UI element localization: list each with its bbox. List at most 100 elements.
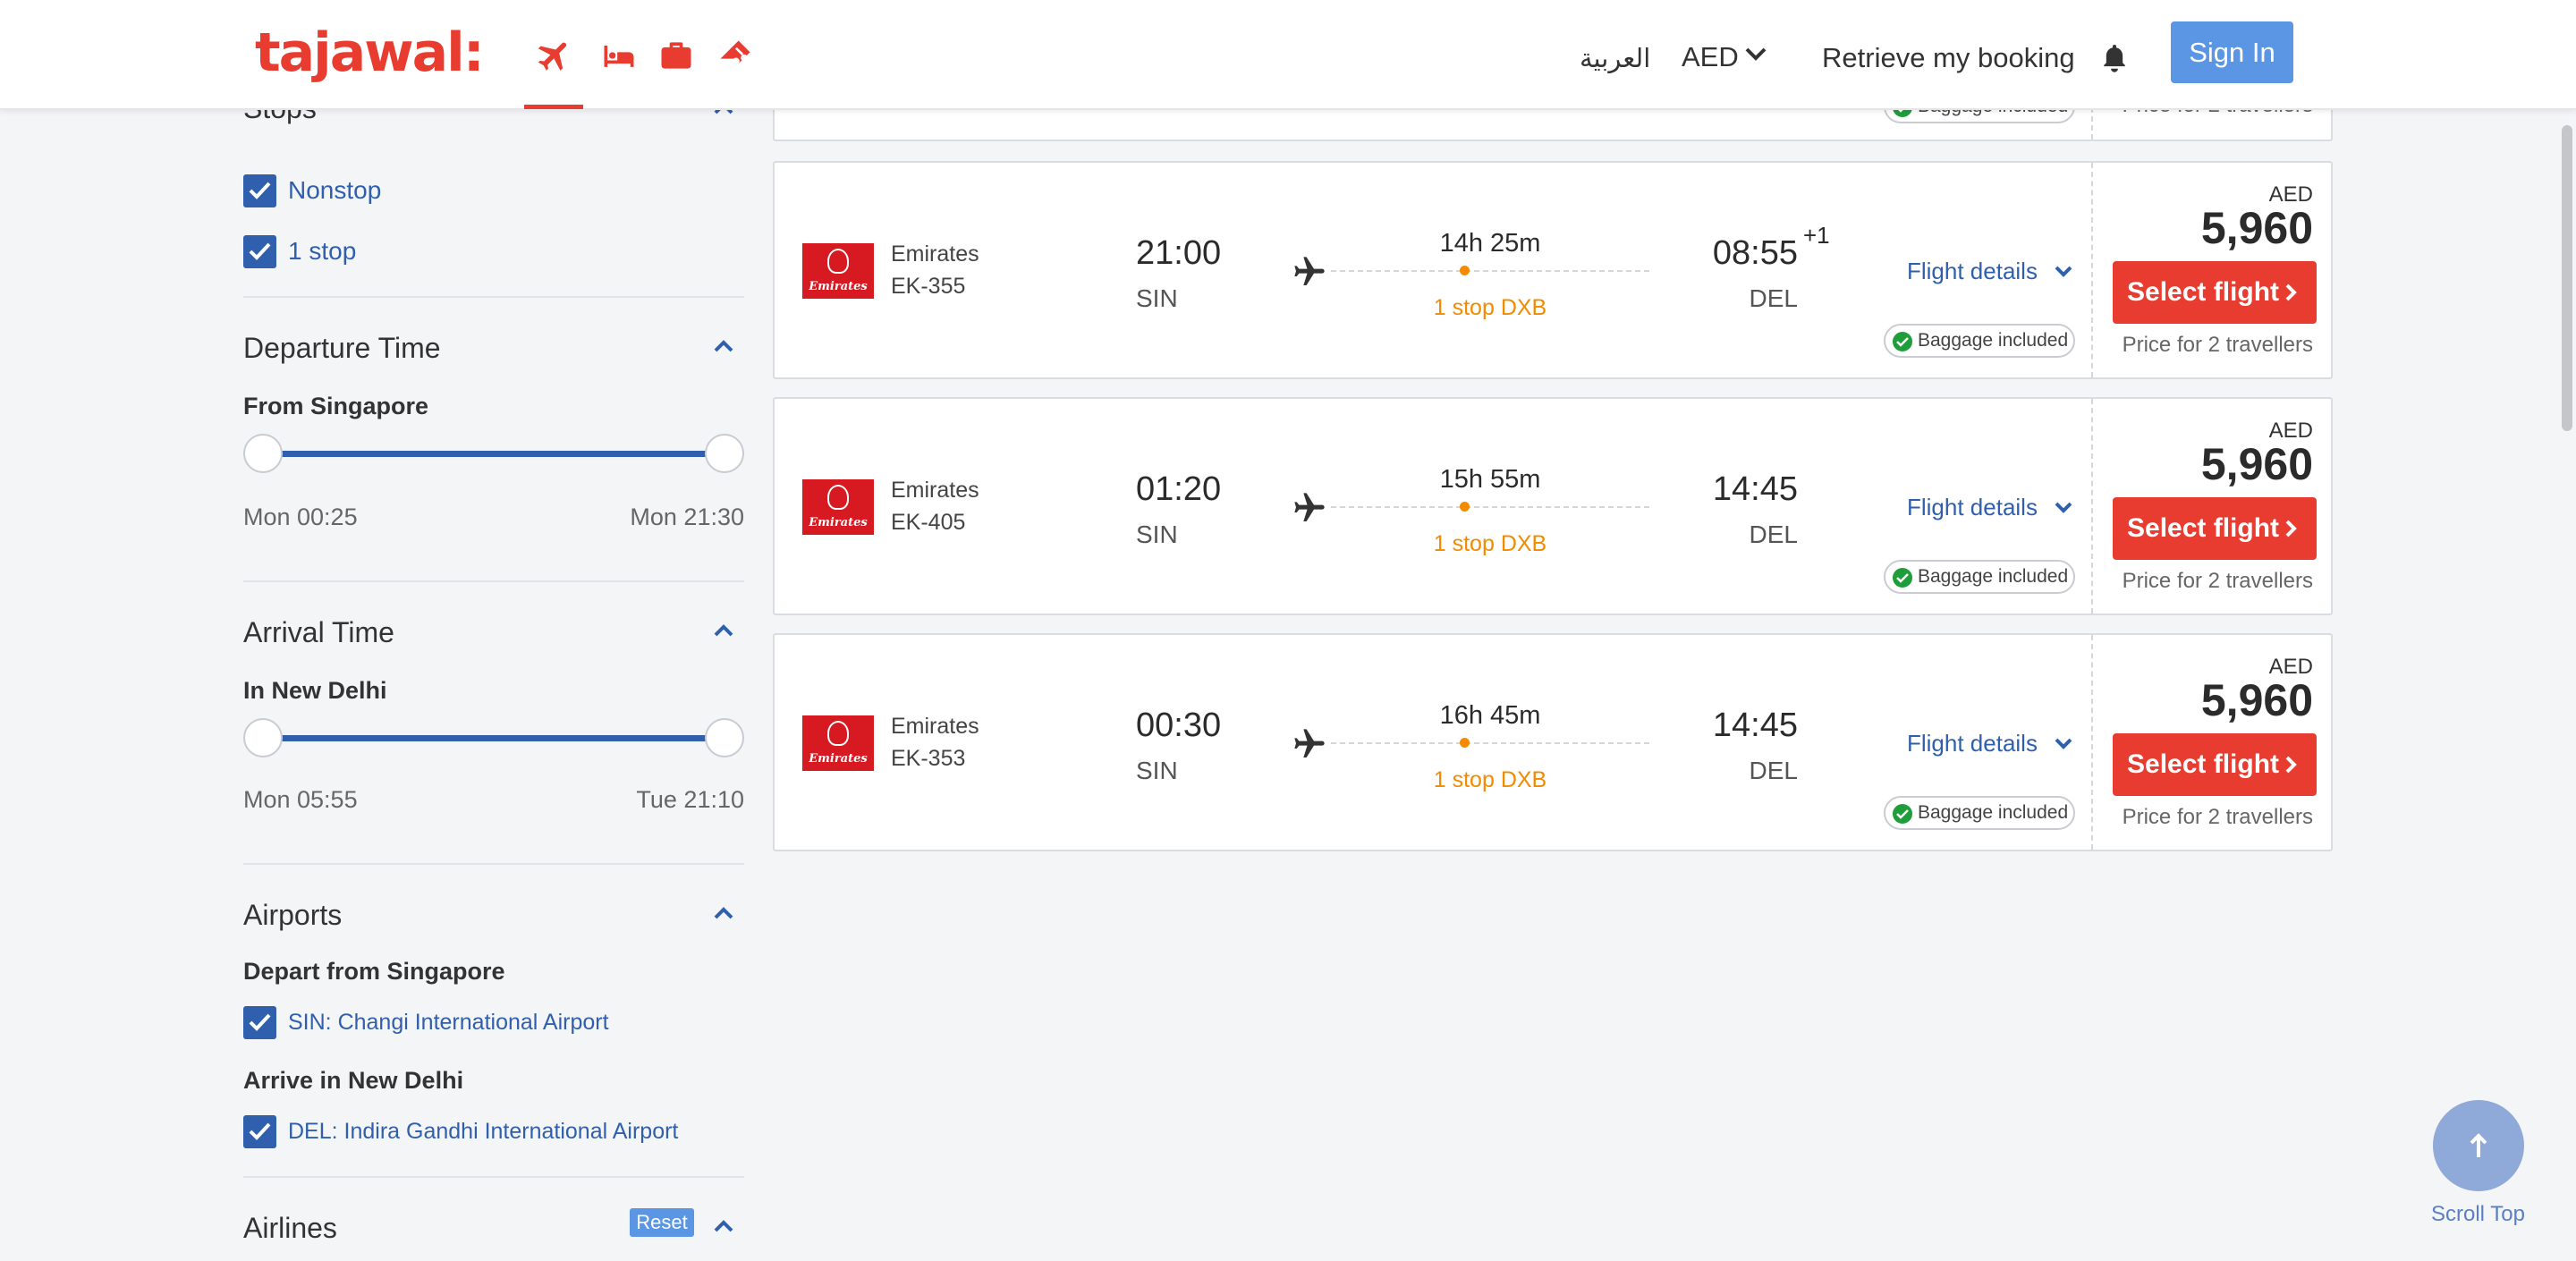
check-icon (1893, 568, 1912, 588)
airplane-icon (1294, 729, 1325, 757)
price-amount: 5,960 (2200, 439, 2313, 489)
baggage-badge: Baggage included (1884, 324, 2075, 358)
flight-number: EK-355 (891, 274, 966, 299)
airline-name: Emirates (891, 241, 979, 267)
scroll-top-label[interactable]: Scroll Top (2431, 1202, 2525, 1227)
departure-airport: SIN (1136, 284, 1178, 312)
route-line (1331, 506, 1649, 508)
stop-dot (1460, 266, 1470, 275)
departure-max-value: Mon 21:30 (630, 504, 744, 530)
price-amount: 5,960 (2200, 675, 2313, 725)
route-line (1331, 270, 1649, 272)
price-divider (2091, 163, 2093, 377)
price-note: Price for 2 travellers (2122, 333, 2313, 357)
stop-info: 1 stop DXB (1433, 295, 1547, 320)
departure-slider-track[interactable] (263, 451, 726, 457)
route-line (1331, 742, 1649, 744)
flight-details-link[interactable]: Flight details (1907, 258, 2038, 285)
currency-selector[interactable]: AED (1682, 41, 1739, 73)
chevron-up-icon[interactable] (713, 339, 734, 353)
flight-number: EK-353 (891, 746, 966, 771)
emirates-logo: Emirates (802, 479, 874, 535)
scroll-top-button[interactable] (2433, 1100, 2524, 1191)
language-switch[interactable]: العربية (1580, 43, 1650, 74)
nonstop-label[interactable]: Nonstop (288, 176, 381, 205)
departure-slider-max-handle[interactable] (705, 434, 744, 473)
departure-time-title: Departure Time (243, 332, 441, 364)
departure-min-value: Mon 00:25 (243, 504, 358, 530)
stop-info: 1 stop DXB (1433, 531, 1547, 556)
price-note: Price for 2 travellers (2122, 805, 2313, 829)
sin-airport-checkbox[interactable] (243, 1006, 276, 1039)
chevron-up-icon[interactable] (713, 623, 734, 638)
top-navbar: tajawal: العربية AED Retrieve my booking… (0, 0, 2576, 110)
stop-dot (1460, 502, 1470, 512)
airplane-icon (1294, 493, 1325, 521)
filters-sidebar: Stops Nonstop 1 stop Departure Time From… (243, 92, 744, 1261)
flight-card: Emirates Emirates EK-355 21:00 SIN 14h 2… (773, 161, 2333, 379)
price-divider (2091, 635, 2093, 850)
arrival-slider-max-handle[interactable] (705, 718, 744, 757)
bell-icon[interactable] (2100, 43, 2129, 73)
price-note: Price for 2 travellers (2122, 569, 2313, 593)
chevron-up-icon[interactable] (713, 906, 734, 920)
arrival-airport: DEL (1749, 520, 1798, 548)
hotels-icon[interactable] (599, 36, 639, 75)
nonstop-checkbox[interactable] (243, 174, 276, 207)
arrival-max-value: Tue 21:10 (636, 786, 744, 813)
one-stop-label[interactable]: 1 stop (288, 237, 356, 266)
active-tab-indicator (524, 105, 583, 109)
check-icon (1893, 332, 1912, 351)
flight-details-link[interactable]: Flight details (1907, 730, 2038, 757)
flight-duration: 16h 45m (1439, 701, 1541, 730)
arrival-min-value: Mon 05:55 (243, 786, 358, 813)
airlines-title: Airlines (243, 1212, 337, 1244)
departure-slider-min-handle[interactable] (243, 434, 283, 473)
arrive-in-label: Arrive in New Delhi (243, 1067, 464, 1094)
del-airport-checkbox[interactable] (243, 1115, 276, 1148)
select-flight-button[interactable]: Select flight (2113, 733, 2317, 796)
arrival-time: 14:45 (1712, 707, 1798, 744)
packages-icon[interactable] (657, 36, 696, 75)
select-flight-button[interactable]: Select flight (2113, 497, 2317, 560)
sign-in-button[interactable]: Sign In (2171, 21, 2293, 83)
chevron-down-icon[interactable] (2054, 737, 2073, 751)
divider (243, 1176, 744, 1178)
next-day-indicator: +1 (1803, 222, 1830, 249)
departure-airport: SIN (1136, 520, 1178, 548)
divider (243, 863, 744, 865)
activities-icon[interactable] (716, 36, 755, 75)
emirates-logo: Emirates (802, 715, 874, 771)
stop-info: 1 stop DXB (1433, 767, 1547, 792)
price-divider (2091, 399, 2093, 614)
scrollbar[interactable] (2562, 125, 2572, 431)
arrival-slider-min-handle[interactable] (243, 718, 283, 757)
emirates-logo: Emirates (802, 243, 874, 299)
select-flight-button[interactable]: Select flight (2113, 261, 2317, 324)
flights-icon[interactable] (535, 36, 574, 75)
arrival-slider-track[interactable] (263, 735, 726, 741)
flight-duration: 15h 55m (1439, 465, 1541, 494)
stop-dot (1460, 738, 1470, 748)
airline-name: Emirates (891, 714, 979, 739)
chevron-down-icon[interactable] (2054, 501, 2073, 515)
airlines-reset-button[interactable]: Reset (630, 1208, 694, 1237)
chevron-down-icon[interactable] (2054, 265, 2073, 279)
flight-details-link[interactable]: Flight details (1907, 494, 2038, 521)
flight-card: Emirates Emirates EK-405 01:20 SIN 15h 5… (773, 397, 2333, 615)
chevron-down-icon[interactable] (1744, 47, 1767, 63)
sin-airport-label[interactable]: SIN: Changi International Airport (288, 1010, 609, 1036)
chevron-up-icon[interactable] (713, 1219, 734, 1233)
arrival-airport: DEL (1749, 284, 1798, 312)
one-stop-checkbox[interactable] (243, 235, 276, 268)
del-airport-label[interactable]: DEL: Indira Gandhi International Airport (288, 1119, 678, 1145)
arrival-time: 08:55 (1712, 234, 1798, 272)
airplane-icon (1294, 257, 1325, 285)
tajawal-logo[interactable]: tajawal: (255, 21, 485, 84)
flight-number: EK-405 (891, 510, 966, 535)
check-icon (1893, 804, 1912, 824)
baggage-badge: Baggage included (1884, 560, 2075, 594)
divider (243, 580, 744, 582)
retrieve-booking-link[interactable]: Retrieve my booking (1822, 42, 2075, 74)
divider (243, 296, 744, 298)
